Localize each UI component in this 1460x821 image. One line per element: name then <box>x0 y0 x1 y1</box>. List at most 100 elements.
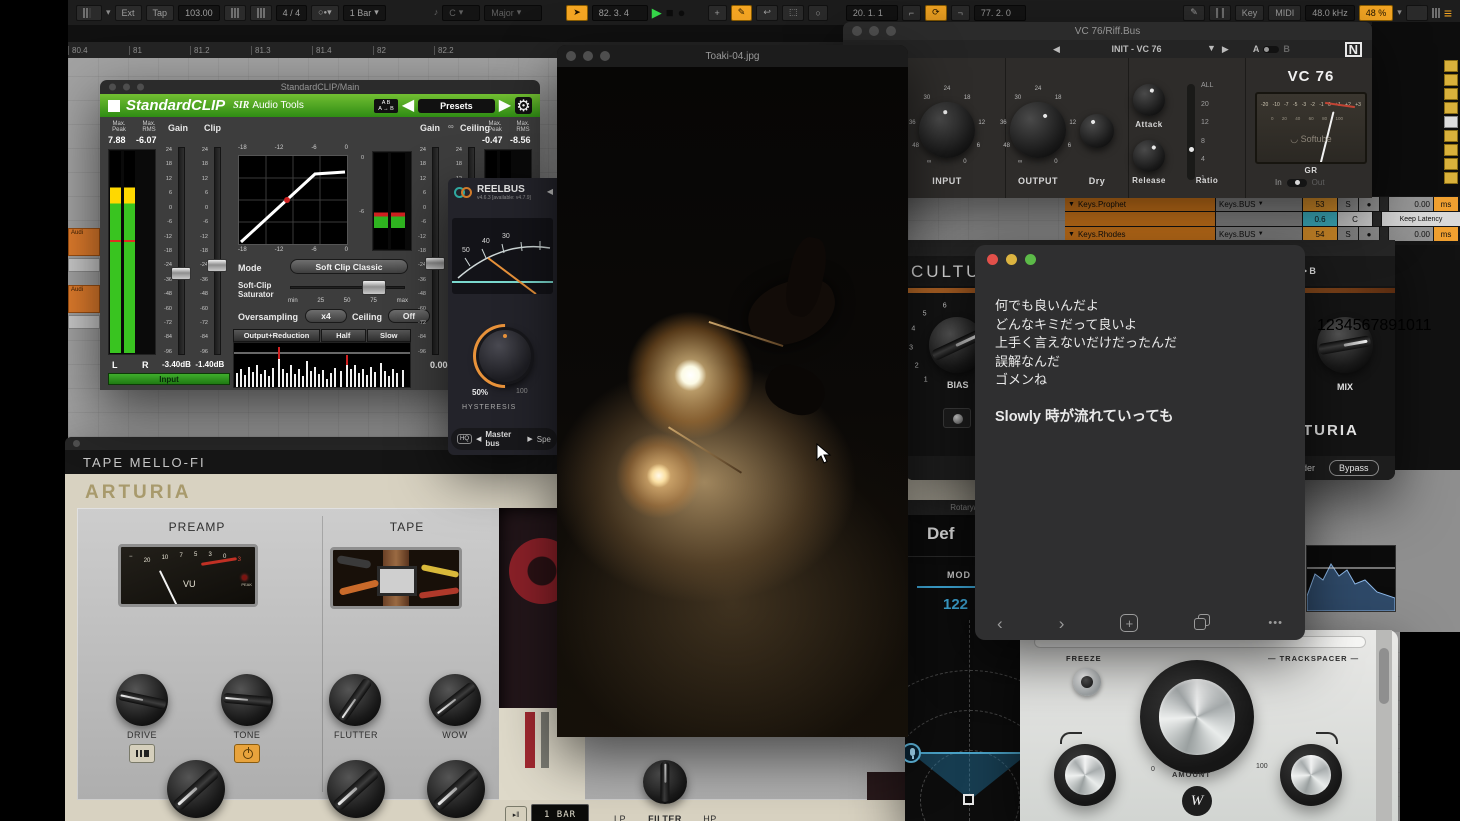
input-mode-button[interactable]: Input <box>108 373 230 385</box>
stop-button[interactable]: ■ <box>666 6 674 19</box>
dry-knob[interactable] <box>1080 114 1114 148</box>
new-note-icon[interactable]: + <box>1120 614 1138 632</box>
hq-badge[interactable]: HQ <box>457 434 472 444</box>
nudge-up-icon[interactable] <box>250 5 272 21</box>
cpu-meter[interactable]: 48 % <box>1359 5 1394 21</box>
bus-selector[interactable]: Master bus <box>485 430 523 448</box>
oversampling-selector[interactable]: x4 <box>305 309 347 323</box>
hysteresis-knob[interactable] <box>479 330 531 382</box>
keyboard-icon[interactable] <box>1209 5 1231 21</box>
wow-knob[interactable] <box>429 674 481 726</box>
standardclip-titlebar[interactable]: StandardCLIP/Main <box>100 80 540 94</box>
gear-icon[interactable]: ⚙ <box>515 97 532 114</box>
tempo-field[interactable]: 103.00 <box>178 5 220 21</box>
meter-mode-toggle[interactable]: In Out <box>1275 178 1325 187</box>
track-row[interactable]: ▼Keys.Rhodes Keys.BUS ▼ 54 S ● 0.00 ms <box>1065 227 1460 241</box>
attack-knob[interactable] <box>1133 84 1165 116</box>
output-knob[interactable]: 2430183612486∞0 <box>1010 102 1066 158</box>
more-icon[interactable]: ••• <box>1268 617 1283 629</box>
saturator-slider[interactable] <box>290 286 405 289</box>
ab-compare[interactable]: A BA → B <box>374 99 398 113</box>
chevron-down-icon[interactable]: ▾ <box>106 8 111 17</box>
input-db-values[interactable]: -3.40dB -1.40dB <box>162 360 224 369</box>
forward-icon[interactable]: › <box>1059 615 1065 632</box>
clip-fader-thumb[interactable] <box>207 259 227 272</box>
close-icon[interactable] <box>987 254 998 265</box>
spectrum-tab-partial[interactable]: Spe <box>537 435 551 444</box>
loop-length-field[interactable]: 77. 2. 0 <box>974 5 1026 21</box>
punch-out-icon[interactable]: ¬ <box>951 5 970 21</box>
punch-in-icon[interactable]: ⌐ <box>902 5 921 21</box>
key-root-menu[interactable]: C▾ <box>442 5 480 21</box>
gain-fader-thumb[interactable] <box>171 267 191 280</box>
chevron-down-icon[interactable]: ▾ <box>1397 8 1402 17</box>
arm-button[interactable]: ● <box>1359 227 1379 241</box>
tone-knob[interactable] <box>221 674 273 726</box>
zoom-icon[interactable] <box>1025 254 1036 265</box>
hamburger-menu-icon[interactable]: ≡ <box>1444 6 1452 20</box>
out-gain-thumb[interactable] <box>425 257 445 270</box>
drive-character-button[interactable] <box>129 744 155 763</box>
scrollbar[interactable] <box>1376 630 1392 821</box>
out-gain-fader[interactable] <box>432 147 439 355</box>
mechanics-knob[interactable] <box>427 760 485 818</box>
link-icon[interactable]: ∞ <box>448 123 454 131</box>
add-locator-button[interactable]: + <box>708 5 727 21</box>
out-peak-value[interactable]: -0.47 <box>482 135 503 145</box>
copy-icon[interactable] <box>1194 614 1212 632</box>
tone-power-button[interactable] <box>234 744 260 763</box>
follow-button[interactable]: ➤ <box>566 5 588 21</box>
drive-knob[interactable] <box>116 674 168 726</box>
next-preset-icon[interactable]: ▶ <box>499 98 511 114</box>
rotary-preset[interactable]: Def <box>927 524 954 544</box>
prev-bus-icon[interactable]: ◀ <box>476 436 481 443</box>
draw-mode-button[interactable]: ✎ <box>731 5 753 21</box>
preset-menu[interactable]: INIT - VC 76▼ <box>1066 44 1216 54</box>
time-signature[interactable]: 4 / 4 <box>276 5 308 21</box>
tap-button[interactable]: Tap <box>146 5 175 21</box>
input-knob[interactable]: 2430183612486∞0 <box>919 102 975 158</box>
noise-sync-display[interactable]: 1 BAR <box>531 804 589 821</box>
empty-chooser[interactable] <box>1216 212 1302 226</box>
ext-button[interactable]: Ext <box>115 5 142 21</box>
next-preset-icon[interactable]: ▶ <box>1222 45 1229 54</box>
release-knob[interactable] <box>1133 140 1165 172</box>
mode-selector[interactable]: Soft Clip Classic <box>290 259 408 274</box>
key-map-button[interactable]: Key <box>1235 5 1265 21</box>
ab-toggle[interactable]: AB <box>1253 44 1290 54</box>
lowcut-knob[interactable] <box>1054 744 1116 806</box>
prev-preset-icon[interactable]: ◀ <box>402 98 414 114</box>
ratio-slider[interactable] <box>1187 84 1195 180</box>
hysteresis-value[interactable]: 50% <box>472 388 488 397</box>
collapse-icon[interactable]: ◀ <box>547 188 553 196</box>
solo-button[interactable]: S <box>1338 197 1358 211</box>
automation-lane[interactable] <box>68 258 100 272</box>
play-button[interactable]: ▶ <box>652 6 662 19</box>
track-delay[interactable]: 0.00 <box>1389 197 1433 211</box>
track-row[interactable]: ▼Keys.Prophet Keys.BUS ▼ 53 S ● 0.00 ms <box>1065 197 1460 211</box>
metronome-button[interactable]: ○●▾ <box>311 5 339 21</box>
automation-lane[interactable] <box>68 315 100 329</box>
clip-fader[interactable] <box>214 147 221 355</box>
volume-field[interactable]: 0.6 <box>1303 212 1337 226</box>
noise-knob[interactable] <box>167 760 225 818</box>
rotary-radar[interactable] <box>905 620 1035 821</box>
in-peak-value[interactable]: 7.88 <box>108 135 126 145</box>
display-tabs[interactable]: Output+Reduction Half Slow <box>233 329 411 342</box>
track-delay[interactable]: 0.00 <box>1389 227 1433 241</box>
draw-icon[interactable]: ✎ <box>1183 5 1205 21</box>
record-button[interactable]: ● <box>678 6 686 19</box>
rotary-rate-value[interactable]: 122 <box>943 596 968 613</box>
mix-knob[interactable]: 1234567891011 <box>1317 317 1373 373</box>
minimize-icon[interactable] <box>1006 254 1017 265</box>
output-routing[interactable]: Keys.BUS ▼ <box>1216 197 1302 211</box>
disclosure-icon[interactable]: ▼ <box>1068 201 1075 208</box>
arrangement-position[interactable]: 82. 3. 4 <box>592 5 648 21</box>
solo-button[interactable]: S <box>1338 227 1358 241</box>
layout-selector[interactable] <box>76 5 102 21</box>
bypass-button[interactable]: Bypass <box>1329 460 1379 476</box>
keep-latency-button[interactable]: Keep Latency <box>1382 212 1460 226</box>
output-routing[interactable]: Keys.BUS ▼ <box>1216 227 1302 241</box>
back-to-arrangement-button[interactable]: ↩ <box>756 5 778 21</box>
bias-toggle[interactable] <box>943 408 971 428</box>
